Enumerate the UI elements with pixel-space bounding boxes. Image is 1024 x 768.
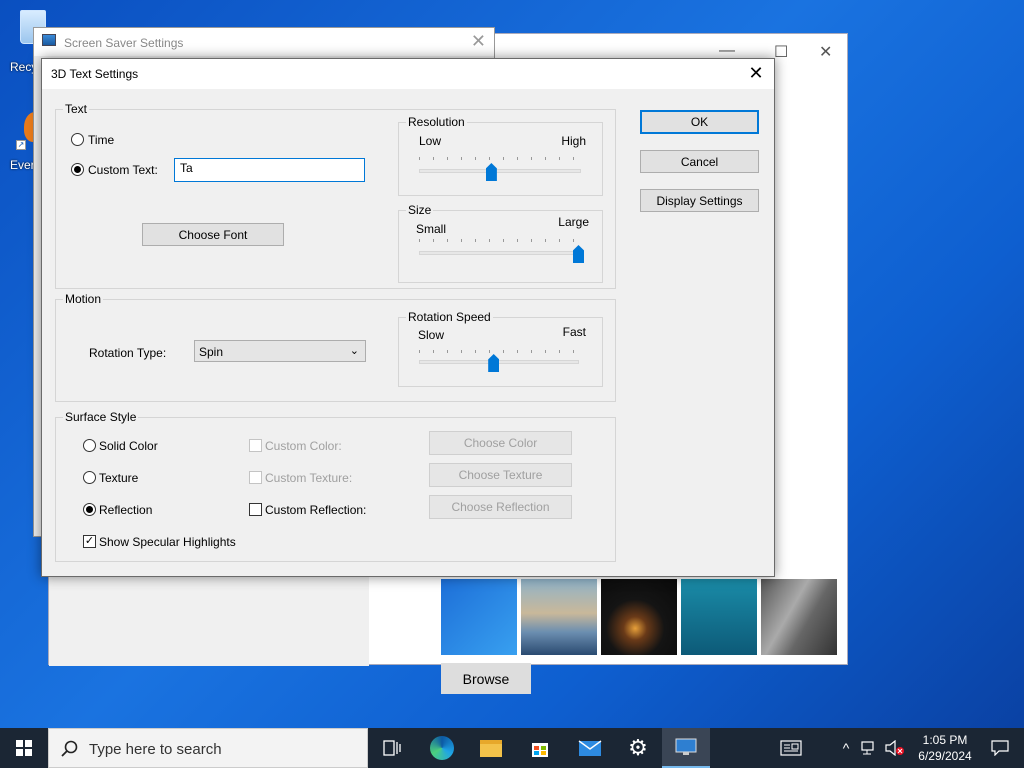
ok-button[interactable]: OK [640, 110, 759, 134]
volume-muted-icon[interactable] [882, 728, 908, 768]
rotation-speed-label: Rotation Speed [406, 310, 493, 324]
mail-icon[interactable] [566, 728, 614, 768]
reflection-radio[interactable] [83, 503, 96, 516]
texture-radio[interactable] [83, 471, 96, 484]
screen-saver-title: Screen Saver Settings [64, 36, 184, 50]
solid-color-label: Solid Color [99, 439, 158, 453]
reflection-label: Reflection [99, 503, 153, 517]
cancel-button[interactable]: Cancel [640, 150, 759, 173]
resolution-track [419, 169, 581, 173]
notifications-icon[interactable] [976, 728, 1024, 768]
choose-texture-button[interactable]: Choose Texture [429, 463, 572, 487]
resolution-low-label: Low [419, 134, 442, 148]
clock-time: 1:05 PM [922, 733, 968, 747]
show-specular-label: Show Specular Highlights [99, 535, 236, 549]
time-label: Time [88, 133, 115, 147]
custom-color-checkbox[interactable] [249, 439, 262, 452]
screen-saver-app-icon [42, 34, 56, 46]
text-group-label: Text [63, 102, 90, 116]
search-placeholder: Type here to search [89, 741, 222, 758]
rotation-speed-ticks [419, 350, 579, 353]
size-group: Size Small Large [398, 203, 603, 283]
rotation-speed-slow-label: Slow [418, 328, 445, 342]
size-small-label: Small [416, 222, 447, 236]
time-radio[interactable] [71, 133, 84, 146]
close-icon[interactable]: ✕ [744, 61, 768, 85]
solid-color-radio[interactable] [83, 439, 96, 452]
resolution-group: Resolution Low High [398, 115, 603, 196]
rotation-speed-fast-label: Fast [562, 325, 586, 339]
wallpaper-thumb-windows[interactable] [441, 579, 517, 655]
store-icon[interactable] [516, 728, 564, 768]
resolution-slider-thumb[interactable] [485, 163, 497, 181]
show-specular-checkbox[interactable]: ✓ [83, 535, 96, 548]
settings-left-pane [49, 574, 369, 666]
texture-label: Texture [99, 471, 139, 485]
choose-color-button[interactable]: Choose Color [429, 431, 572, 455]
windows-logo-icon [16, 740, 32, 756]
size-slider-thumb[interactable] [573, 245, 584, 263]
browse-button[interactable]: Browse [441, 663, 531, 694]
custom-text-label: Custom Text: [88, 163, 158, 177]
wallpaper-thumb-rocks[interactable] [761, 579, 837, 655]
news-icon[interactable] [778, 728, 804, 768]
size-ticks [419, 239, 579, 242]
resolution-label: Resolution [406, 115, 467, 129]
rotation-type-select[interactable]: Spin ⌄ [194, 340, 366, 362]
resolution-high-label: High [561, 134, 586, 148]
custom-texture-checkbox[interactable] [249, 471, 262, 484]
size-track [419, 251, 579, 255]
file-explorer-icon[interactable] [467, 728, 515, 768]
taskbar-clock[interactable]: 1:05 PM 6/29/2024 [910, 732, 980, 764]
screen-saver-title-bar: Screen Saver Settings ✕ [34, 28, 494, 56]
custom-text-input[interactable]: Ta [174, 158, 365, 182]
choose-font-button[interactable]: Choose Font [142, 223, 284, 246]
rotation-type-label: Rotation Type: [89, 346, 167, 360]
wallpaper-thumb-underwater[interactable] [681, 579, 757, 655]
dialog-title-bar: 3D Text Settings ✕ [42, 59, 774, 89]
motion-group-label: Motion [63, 292, 104, 306]
wallpaper-thumb-night[interactable] [601, 579, 677, 655]
surface-style-group: Surface Style Solid Color Texture Reflec… [55, 410, 616, 562]
size-label: Size [406, 203, 434, 217]
custom-reflection-label: Custom Reflection: [265, 503, 367, 517]
search-icon [61, 740, 78, 757]
rotation-speed-slider-thumb[interactable] [488, 354, 500, 372]
custom-color-label: Custom Color: [265, 439, 342, 453]
size-large-label: Large [558, 215, 589, 229]
settings-gear-icon[interactable]: ⚙ [614, 728, 662, 768]
resolution-ticks [419, 157, 581, 160]
task-view-icon[interactable] [368, 728, 416, 768]
dialog-title: 3D Text Settings [51, 67, 139, 81]
custom-reflection-checkbox[interactable] [249, 503, 262, 516]
motion-group: Motion Rotation Type: Spin ⌄ Rotation Sp… [55, 292, 616, 402]
clock-date: 6/29/2024 [918, 749, 972, 763]
network-icon[interactable] [858, 728, 882, 768]
display-settings-button[interactable]: Display Settings [640, 189, 759, 212]
taskbar-search-box[interactable]: Type here to search [48, 728, 368, 768]
close-icon[interactable]: ✕ [819, 42, 832, 62]
edge-icon[interactable] [418, 728, 466, 768]
screen-saver-taskbar-icon[interactable] [662, 728, 710, 768]
custom-texture-label: Custom Texture: [265, 471, 353, 485]
chevron-down-icon: ⌄ [349, 345, 359, 357]
wallpaper-thumb-beach[interactable] [521, 579, 597, 655]
custom-text-radio[interactable] [71, 163, 84, 176]
start-button[interactable] [0, 728, 48, 768]
rotation-type-value: Spin [199, 345, 224, 359]
desktop-icon-label: Ever [10, 158, 35, 172]
shortcut-arrow-icon: ↗ [16, 140, 26, 150]
close-icon[interactable]: ✕ [471, 31, 486, 52]
rotation-speed-group: Rotation Speed Slow Fast [398, 310, 603, 387]
choose-reflection-button[interactable]: Choose Reflection [429, 495, 572, 519]
chevron-up-icon[interactable]: ^ [836, 728, 856, 768]
maximize-icon[interactable]: ☐ [774, 42, 788, 62]
surface-style-label: Surface Style [63, 410, 139, 424]
3d-text-settings-dialog: 3D Text Settings ✕ OK Cancel Display Set… [41, 58, 775, 577]
taskbar: Type here to search ⚙ ^ 1:05 PM 6/29/202… [0, 728, 1024, 768]
text-group: Text Time Custom Text: Ta Choose Font Re… [55, 102, 616, 289]
